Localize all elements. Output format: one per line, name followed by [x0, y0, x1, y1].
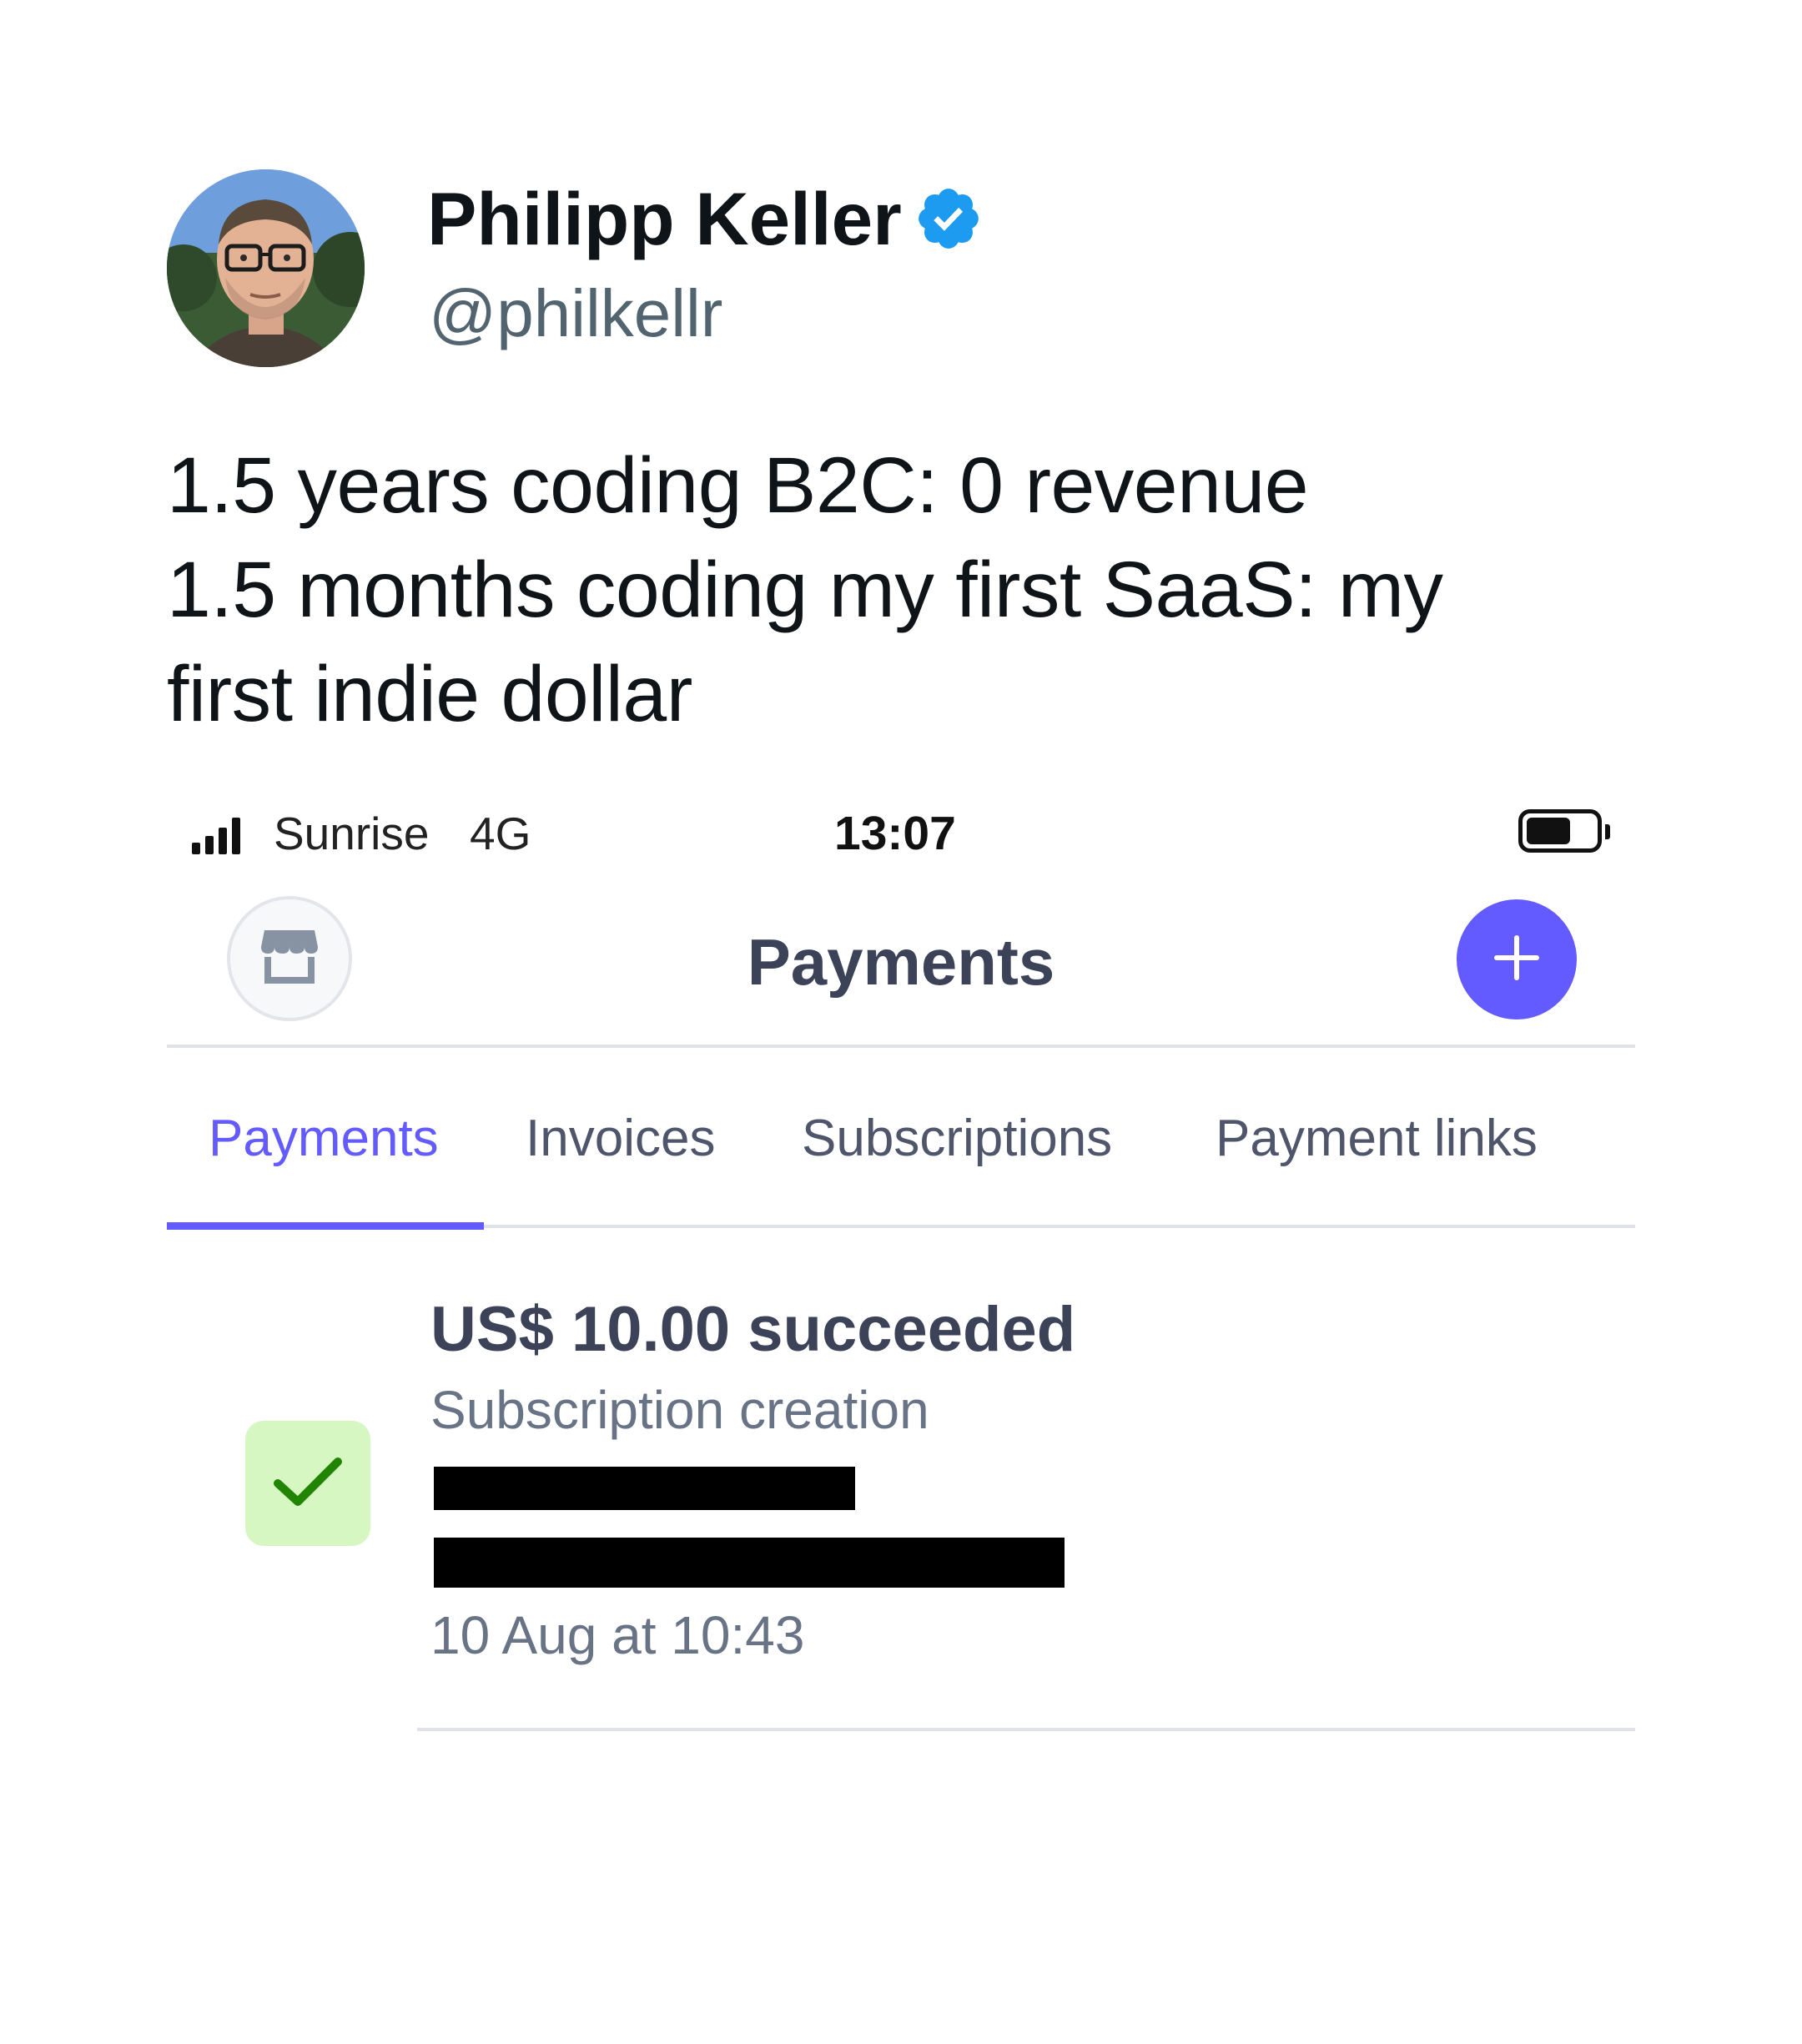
payment-amount-status[interactable]: US$ 10.00 succeeded [430, 1291, 1075, 1368]
tweet-text-line: first indie dollar [167, 650, 692, 738]
checkmark-icon [266, 1448, 350, 1519]
active-tab-indicator [167, 1222, 484, 1230]
tweet-text-line: 1.5 years coding B2C: 0 revenue [167, 441, 1309, 530]
network-type: 4G [470, 808, 531, 859]
tab-payment-links[interactable]: Payment links [1216, 1101, 1538, 1176]
author-avatar[interactable] [167, 169, 365, 367]
redaction-bar [434, 1538, 1065, 1588]
add-payment-button[interactable] [1457, 899, 1577, 1019]
tweet-text: 1.5 years coding B2C: 0 revenue 1.5 mont… [167, 434, 1652, 747]
battery-icon [1518, 809, 1602, 853]
phone-status-bar: Sunrise 4G 13:07 [167, 801, 1635, 868]
plus-icon [1490, 931, 1543, 989]
carrier-name: Sunrise [274, 808, 430, 859]
author-name[interactable]: Philipp Keller [427, 177, 902, 260]
nav-divider [167, 1045, 1635, 1048]
payment-description: Subscription creation [430, 1380, 929, 1440]
tab-subscriptions[interactable]: Subscriptions [802, 1101, 1112, 1176]
tweet-text-line: 1.5 months coding my first SaaS: my [167, 546, 1443, 634]
payment-date: 10 Aug at 10:43 [430, 1605, 805, 1665]
author-name-row[interactable]: Philipp Keller [427, 177, 984, 260]
battery-tip [1605, 824, 1610, 839]
tab-bar: Payments Invoices Subscriptions Payment … [167, 1101, 1635, 1193]
tab-payments[interactable]: Payments [209, 1101, 439, 1176]
screen-title: Payments [747, 925, 1055, 999]
app-nav-bar: Payments [167, 893, 1635, 1043]
tab-invoices[interactable]: Invoices [526, 1101, 715, 1176]
redaction-bar [434, 1467, 855, 1510]
signal-strength-icon [192, 816, 240, 854]
verified-badge-icon [914, 184, 984, 254]
list-row-divider [417, 1728, 1635, 1731]
status-time: 13:07 [834, 807, 956, 860]
payment-status-tile [245, 1421, 370, 1546]
author-handle[interactable]: @philkellr [429, 275, 722, 352]
